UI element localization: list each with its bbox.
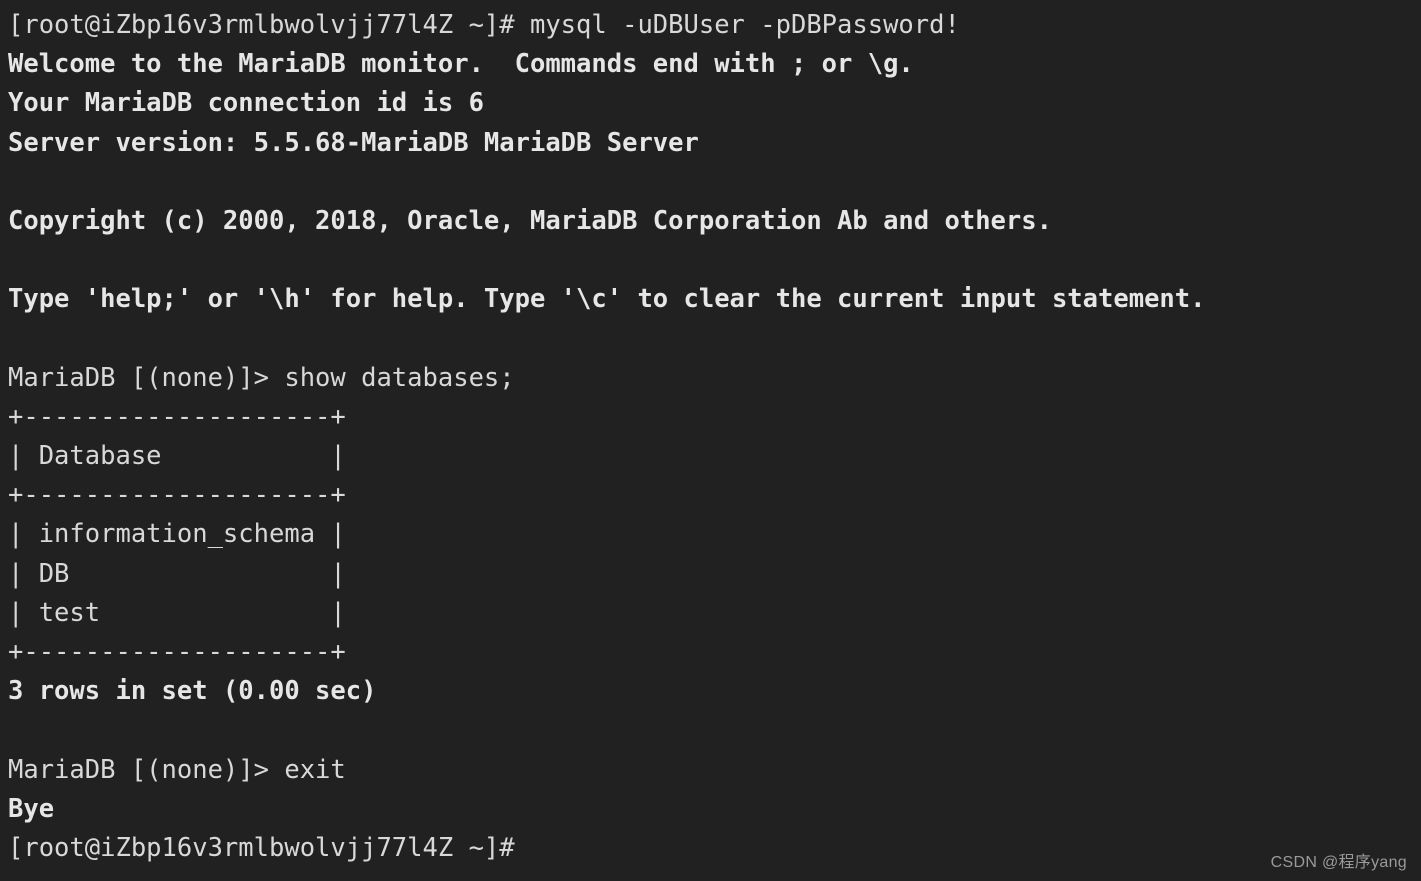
terminal-line: | information_schema | — [8, 519, 346, 550]
terminal-window[interactable]: [root@iZbp16v3rmlbwolvjj77l4Z ~]# mysql … — [0, 0, 1421, 881]
terminal-line: +--------------------+ — [8, 480, 346, 511]
terminal-line: | Database | — [8, 441, 346, 472]
terminal-line: 3 rows in set (0.00 sec) — [8, 676, 377, 707]
terminal-line: Type 'help;' or '\h' for help. Type '\c'… — [8, 284, 1206, 315]
terminal-line: Welcome to the MariaDB monitor. Commands… — [8, 49, 914, 80]
csdn-watermark: CSDN @程序yang — [1270, 854, 1407, 871]
terminal-line: Your MariaDB connection id is 6 — [8, 88, 484, 119]
terminal-line: +--------------------+ — [8, 401, 346, 432]
terminal-line: Bye — [8, 793, 55, 824]
terminal-line: Copyright (c) 2000, 2018, Oracle, MariaD… — [8, 205, 1052, 236]
terminal-line: MariaDB [(none)]> show databases; — [8, 362, 515, 393]
terminal-line: | DB | — [8, 558, 346, 589]
terminal-line: [root@iZbp16v3rmlbwolvjj77l4Z ~]# mysql … — [8, 10, 960, 40]
terminal-line: [root@iZbp16v3rmlbwolvjj77l4Z ~]# — [8, 832, 515, 863]
terminal-line: Server version: 5.5.68-MariaDB MariaDB S… — [8, 127, 699, 158]
terminal-line: MariaDB [(none)]> exit — [8, 754, 346, 785]
terminal-line: | test | — [8, 597, 346, 628]
terminal-line: +--------------------+ — [8, 637, 346, 667]
terminal-output: [root@iZbp16v3rmlbwolvjj77l4Z ~]# mysql … — [8, 6, 1421, 868]
